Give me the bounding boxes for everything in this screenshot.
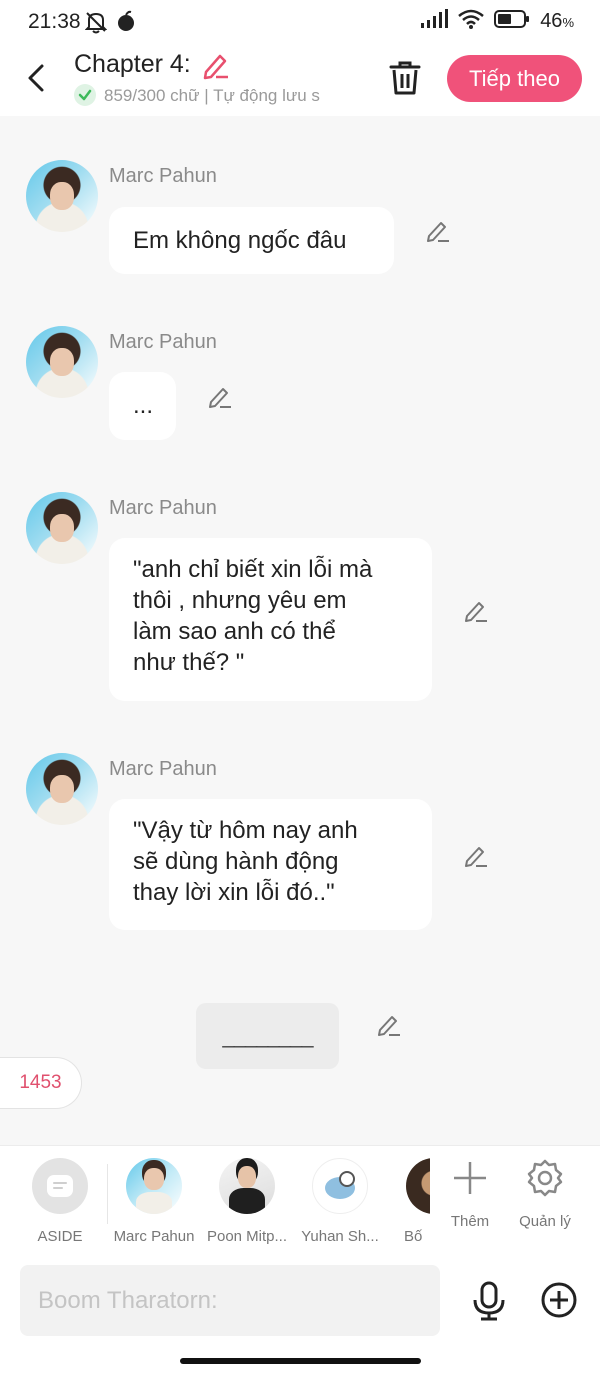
edit-message-icon[interactable]: [463, 598, 489, 629]
word-count-badge[interactable]: 1453: [0, 1057, 82, 1109]
trash-icon: [389, 61, 421, 95]
avatar[interactable]: [26, 753, 98, 825]
edit-message-icon[interactable]: [425, 218, 451, 249]
character-marc-pahun[interactable]: Marc Pahun: [109, 1158, 199, 1245]
battery-icon: [494, 9, 530, 34]
manage-button[interactable]: Quản lý: [510, 1158, 580, 1230]
character-poon-mitpitak[interactable]: Poon Mitp...: [202, 1158, 292, 1245]
avatar[interactable]: [26, 492, 98, 564]
message-bubble[interactable]: ...: [109, 372, 176, 440]
avatar: [126, 1158, 182, 1214]
composer-bar: [0, 1253, 600, 1375]
add-content-button[interactable]: [540, 1281, 578, 1324]
editor-header: Chapter 4: 859/300 chữ | Tự động lưu s T…: [0, 44, 600, 116]
add-character-button[interactable]: Thêm: [435, 1158, 505, 1230]
edit-message-icon[interactable]: [463, 843, 489, 874]
sender-name: Marc Pahun: [109, 758, 217, 780]
status-time: 21:38: [28, 10, 81, 33]
aside-icon: [32, 1158, 88, 1214]
edit-aside-icon[interactable]: [376, 1012, 402, 1043]
signal-icon: [420, 9, 449, 34]
chapter-title[interactable]: Chapter 4:: [74, 50, 191, 79]
next-button[interactable]: Tiếp theo: [447, 55, 582, 102]
status-bar: 21:38 46%: [0, 0, 600, 44]
sender-name: Marc Pahun: [109, 165, 217, 187]
avatar: [312, 1158, 368, 1214]
aside-bubble[interactable]: ________: [196, 1003, 339, 1069]
voice-input-button[interactable]: [470, 1281, 508, 1326]
character-yuhan[interactable]: Yuhan Sh...: [295, 1158, 385, 1245]
save-status: 859/300 chữ | Tự động lưu s: [74, 84, 364, 108]
plus-circle-icon: [541, 1282, 577, 1318]
sender-name: Marc Pahun: [109, 497, 217, 519]
plus-icon: [454, 1162, 486, 1194]
message-bubble[interactable]: "anh chỉ biết xin lỗi mà thôi , nhưng yê…: [109, 538, 432, 701]
delete-button[interactable]: [388, 60, 422, 101]
edit-message-icon[interactable]: [207, 384, 233, 415]
app-notification-icon: [115, 10, 137, 39]
character-aside[interactable]: ASIDE: [15, 1158, 105, 1245]
gear-icon: [527, 1159, 563, 1197]
microphone-icon: [473, 1281, 505, 1321]
avatar[interactable]: [26, 160, 98, 232]
sender-name: Marc Pahun: [109, 331, 217, 353]
message-input[interactable]: [20, 1265, 440, 1336]
avatar[interactable]: [26, 326, 98, 398]
edit-title-icon[interactable]: [200, 50, 230, 85]
chevron-left-icon: [28, 64, 44, 92]
check-icon: [74, 84, 96, 106]
avatar: [219, 1158, 275, 1214]
character-bar-tools: Thêm Quản lý: [430, 1146, 600, 1254]
message-bubble[interactable]: Em không ngốc đâu: [109, 207, 394, 274]
character-bar: ASIDE Marc Pahun Poon Mitp... Yuhan Sh..…: [0, 1145, 600, 1254]
bell-muted-icon: [84, 10, 108, 39]
back-button[interactable]: [22, 60, 54, 96]
home-indicator[interactable]: [180, 1358, 421, 1364]
wifi-icon: [458, 9, 484, 34]
battery-level: 46%: [540, 10, 574, 32]
divider: [107, 1164, 108, 1224]
message-bubble[interactable]: "Vậy từ hôm nay anh sẽ dùng hành động th…: [109, 799, 432, 930]
